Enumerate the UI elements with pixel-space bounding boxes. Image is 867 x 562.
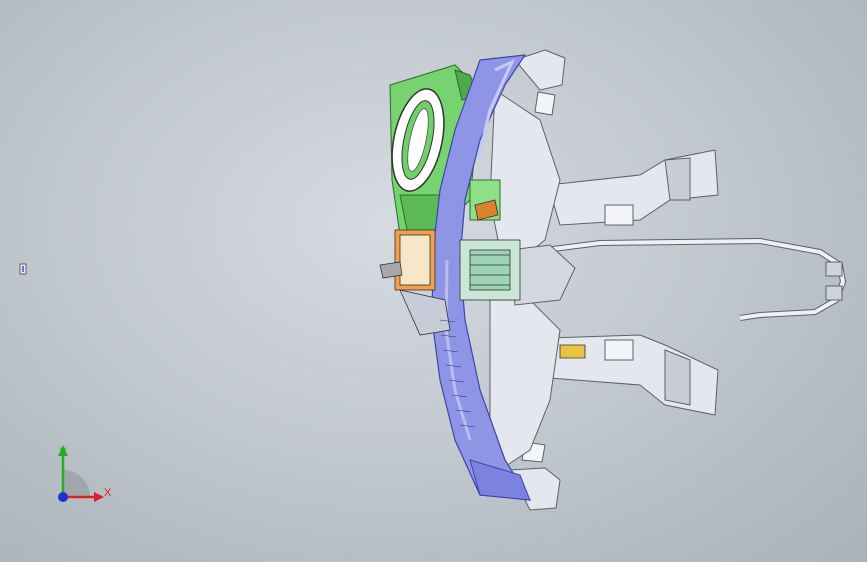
view-triad[interactable]: Y X: [58, 445, 112, 502]
y-axis-label: Y: [59, 446, 67, 458]
z-axis-dot: [58, 492, 68, 502]
x-axis-label: X: [104, 487, 112, 499]
duct-assembly: [489, 49, 847, 511]
graphics-viewport[interactable]: Y X: [0, 0, 867, 562]
cad-model[interactable]: Y X: [0, 0, 867, 562]
